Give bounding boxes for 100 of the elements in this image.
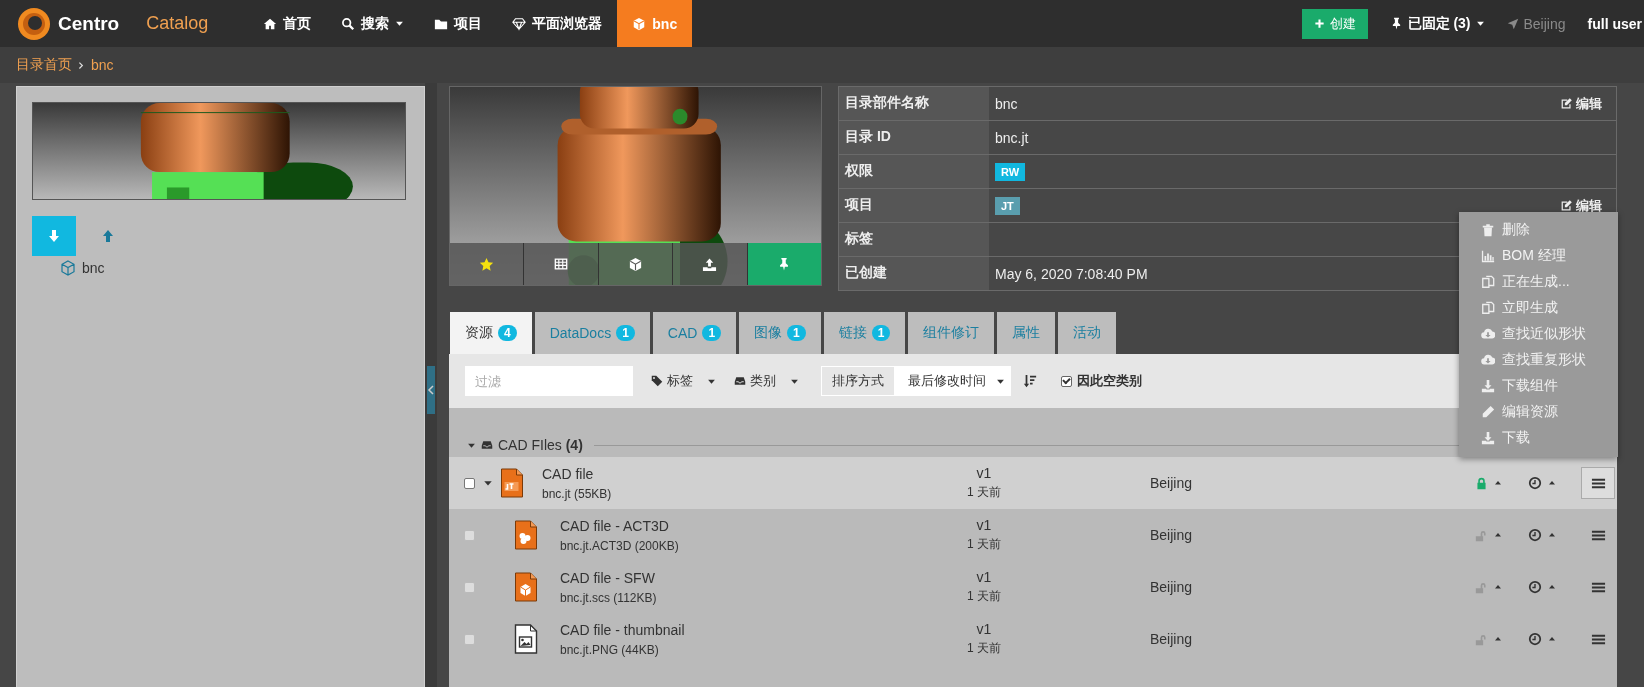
modified-time: 1 天前 (967, 536, 1001, 553)
file-name[interactable]: CAD file - ACT3D (560, 517, 679, 534)
tags-dropdown[interactable]: 标签 (651, 372, 716, 390)
user-menu[interactable]: full user (1587, 15, 1642, 32)
checkbox[interactable] (464, 581, 475, 593)
version: v1 (976, 517, 992, 533)
search-icon (341, 16, 356, 31)
menu-item[interactable]: 查找近似形状 (1459, 321, 1618, 347)
download-icon (1481, 431, 1495, 445)
copy-icon (1481, 275, 1495, 289)
field-value: May 6, 2020 7:08:40 PM (995, 265, 1148, 282)
nav-tab[interactable]: 首页 (248, 0, 327, 47)
tab[interactable]: 资源 4 (450, 312, 532, 354)
file-detail: bnc.jt (55KB) (542, 486, 612, 501)
file-name[interactable]: CAD file (542, 465, 612, 482)
caret-icon (1475, 19, 1485, 28)
count-badge: 1 (787, 325, 806, 341)
file-name[interactable]: CAD file - SFW (560, 569, 657, 586)
version: v1 (976, 465, 992, 481)
app-name: Catalog (146, 13, 209, 34)
category-dropdown[interactable]: 类别 (734, 372, 799, 390)
count-badge: 1 (616, 325, 635, 341)
checkbox[interactable] (1061, 375, 1072, 387)
location-link[interactable]: Beijing (1506, 15, 1566, 32)
filter-field[interactable]: 过滤 (465, 366, 633, 396)
file-location: Beijing (1149, 631, 1194, 647)
field-value: bnc (995, 95, 1018, 112)
upload-button[interactable] (673, 243, 748, 285)
cube-icon (60, 260, 76, 276)
collapse-handle[interactable] (427, 366, 435, 414)
menu-item[interactable]: BOM 经理 (1459, 243, 1618, 269)
edit-link[interactable]: 编辑 (1560, 96, 1602, 111)
nav-tab[interactable]: bnc (617, 0, 693, 47)
nav-tab[interactable]: 项目 (419, 0, 498, 47)
modified-time: 1 天前 (967, 484, 1001, 501)
file-icon (513, 520, 539, 550)
pencil-icon (1481, 405, 1495, 419)
diamond-icon (512, 16, 527, 31)
tag-label: RW (995, 163, 1026, 181)
tag-label: JT (995, 196, 1020, 215)
field-label: 权限 (839, 155, 989, 188)
field-label: 目录部件名称 (839, 87, 989, 120)
inbox-icon (481, 439, 493, 451)
file-location: Beijing (1149, 527, 1194, 543)
file-detail: bnc.jt.PNG (44KB) (560, 642, 660, 657)
field-label: 标签 (839, 223, 989, 256)
field-label: 已创建 (839, 257, 989, 290)
version: v1 (976, 621, 992, 637)
clock-icon[interactable] (1528, 476, 1542, 490)
favorite-button[interactable] (450, 243, 525, 285)
edit-link[interactable]: 编辑 (1560, 198, 1602, 213)
nav-tab[interactable]: 搜索 (326, 0, 420, 47)
count-badge: 4 (498, 325, 517, 341)
field-label: 项目 (839, 189, 989, 222)
grid-icon (554, 257, 569, 271)
file-icon (513, 624, 539, 654)
create-button[interactable]: 创建 (1301, 8, 1368, 39)
sort-icon[interactable] (1023, 374, 1037, 388)
file-icon (499, 468, 525, 498)
checkbox[interactable] (464, 477, 475, 489)
file-location: Beijing (1149, 475, 1194, 491)
logo-icon (16, 5, 52, 42)
edit-icon (1560, 199, 1573, 212)
file-location: Beijing (1149, 579, 1194, 595)
clock-icon[interactable] (1528, 632, 1542, 646)
cube-icon (632, 16, 647, 31)
pinned-menu[interactable]: 已固定 (3) (1389, 14, 1485, 33)
menu-item[interactable]: 下载组件 (1459, 373, 1618, 399)
table-button[interactable] (524, 243, 599, 285)
copy-icon (1481, 301, 1495, 315)
cloud-download-icon (1481, 327, 1495, 341)
tree-item[interactable]: bnc (82, 260, 105, 276)
breadcrumb-link[interactable]: bnc (91, 57, 114, 73)
field-label: 目录 ID (839, 121, 989, 154)
nav-tab[interactable]: 平面浏览器 (497, 0, 618, 47)
location-arrow-icon (1506, 17, 1519, 30)
tab[interactable]: 属性 (997, 312, 1056, 354)
cube-icon (628, 256, 643, 272)
menu-item[interactable]: 编辑资源 (1459, 399, 1618, 425)
menu-item[interactable]: 下载 (1459, 425, 1618, 451)
arrow-down-icon (46, 228, 62, 244)
3d-view-button[interactable] (598, 243, 674, 285)
checkbox[interactable] (464, 529, 475, 541)
file-detail: bnc.jt.scs (112KB) (560, 590, 657, 605)
checkbox-label: 因此空类别 (1077, 372, 1142, 390)
checkbox[interactable] (464, 633, 475, 645)
home-icon (263, 16, 278, 31)
menu-item[interactable]: 立即生成 (1459, 295, 1618, 321)
menu-item[interactable]: 删除 (1459, 217, 1618, 243)
clock-icon[interactable] (1528, 528, 1542, 542)
arrow-up-icon (100, 228, 116, 244)
upload-icon (702, 256, 718, 272)
file-name[interactable]: CAD file - thumbnail (560, 621, 685, 638)
menu-item[interactable]: 查找重复形状 (1459, 347, 1618, 373)
menu-item[interactable]: 正在生成... (1459, 269, 1618, 295)
breadcrumb-link[interactable]: 目录首页 (16, 56, 72, 74)
menu-button[interactable] (1581, 467, 1615, 499)
logo-text: Centro (58, 12, 120, 35)
modified-time: 1 天前 (967, 588, 1001, 605)
clock-icon[interactable] (1528, 580, 1542, 594)
